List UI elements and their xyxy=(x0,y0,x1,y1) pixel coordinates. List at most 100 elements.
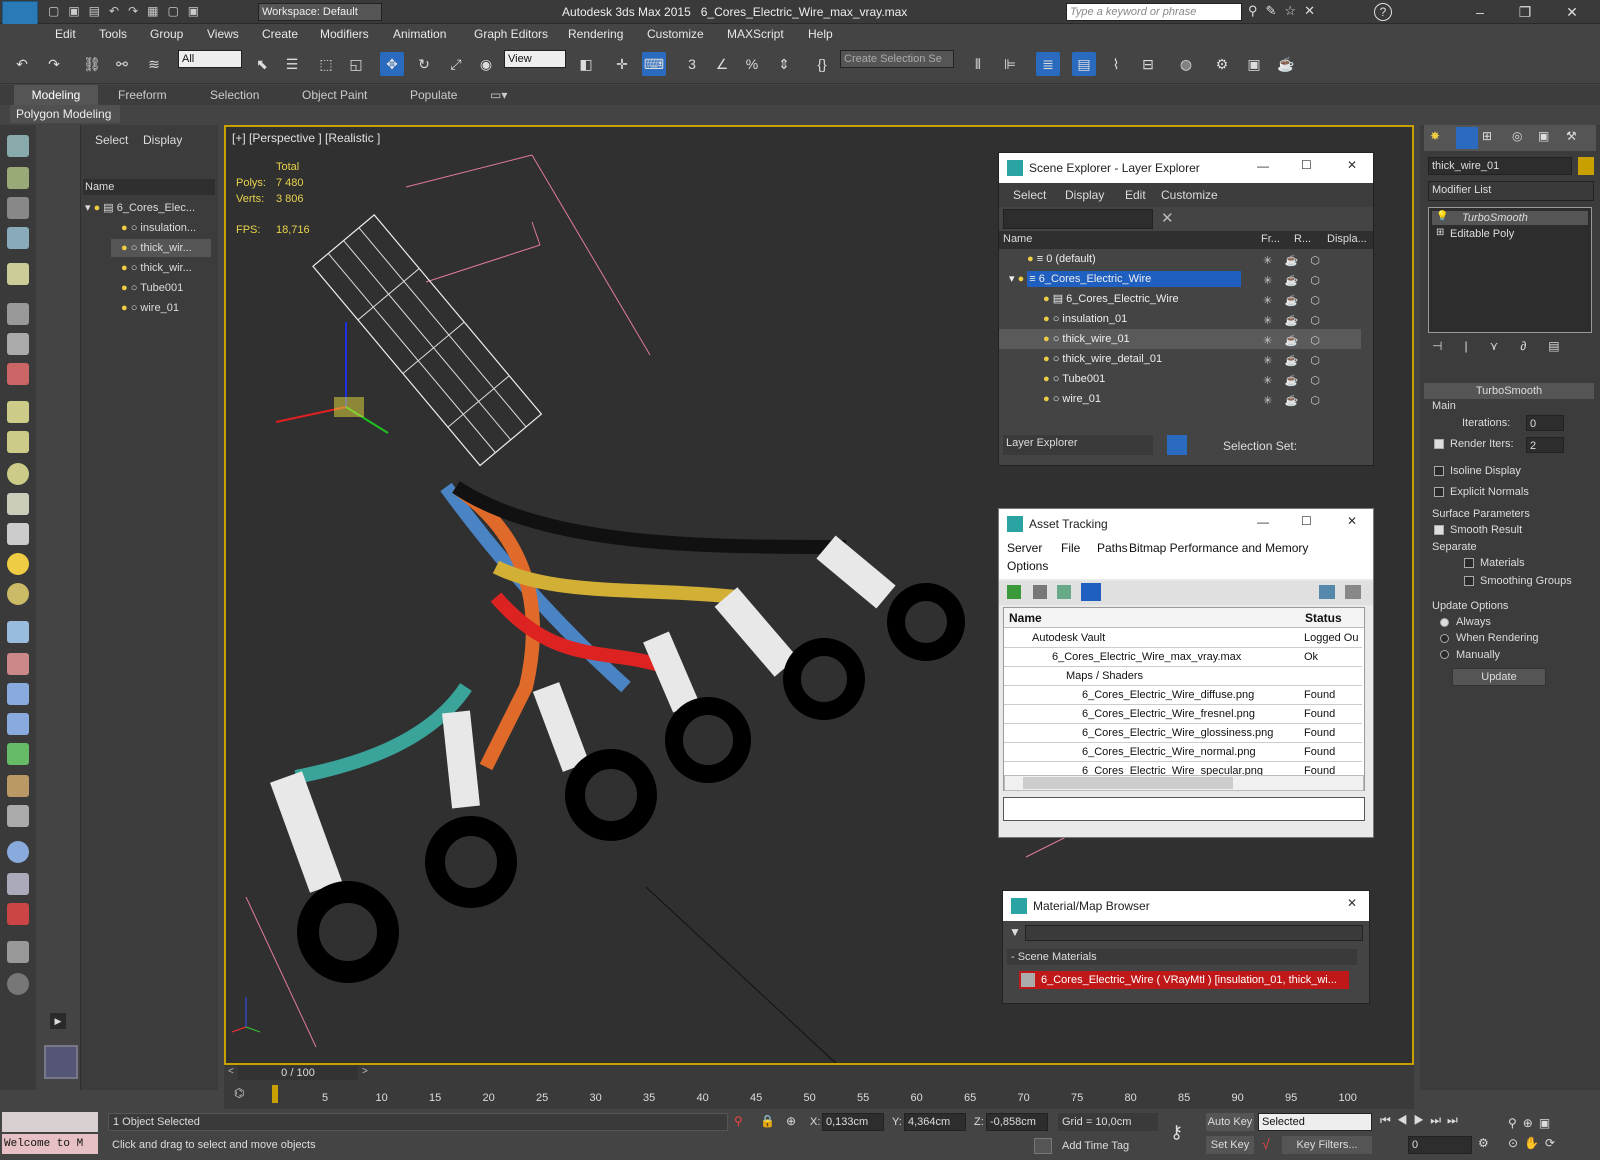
palette-icon[interactable] xyxy=(7,873,29,895)
minimize-icon[interactable]: — xyxy=(1257,515,1269,529)
close-icon[interactable]: ✕ xyxy=(1552,0,1592,24)
layer-explorer-dialog[interactable]: Scene Explorer - Layer Explorer — ☐ ✕ Se… xyxy=(998,152,1374,466)
camera-icon[interactable] xyxy=(7,303,29,325)
at-row[interactable]: 6_Cores_Electric_Wire_fresnel.png Found xyxy=(1004,705,1362,724)
bind-spacewarp-icon[interactable]: ≋ xyxy=(142,52,166,76)
explicit-normals-checkbox[interactable] xyxy=(1434,487,1444,497)
le-col-name[interactable]: Name xyxy=(1003,233,1032,245)
material-editor-icon[interactable]: ◍ xyxy=(1174,52,1198,76)
at-row[interactable]: 6_Cores_Electric_Wire_diffuse.png Found xyxy=(1004,686,1362,705)
question-icon[interactable] xyxy=(7,973,29,995)
key-mode-dropdown[interactable]: Selected xyxy=(1258,1113,1372,1131)
layer-explorer-icon[interactable]: ≣ xyxy=(1036,52,1060,76)
render-production-icon[interactable]: ☕ xyxy=(1274,52,1298,76)
at-help-icon[interactable] xyxy=(1319,585,1335,599)
object-name-field[interactable]: thick_wire_01 xyxy=(1428,157,1572,175)
scene-explorer-icon[interactable]: ▤ xyxy=(1072,52,1096,76)
modifier-list-dropdown[interactable]: Modifier List xyxy=(1428,181,1594,201)
hierarchy-tab-icon[interactable]: ⊞ xyxy=(1482,129,1492,143)
selection-filter-dropdown[interactable]: All xyxy=(178,50,242,68)
schematic-view-icon[interactable]: ⊟ xyxy=(1136,52,1160,76)
scene-row[interactable]: ▾ ● ▤ 6_Cores_Elec... xyxy=(85,199,195,217)
select-rotate-icon[interactable]: ↻ xyxy=(412,52,436,76)
time-slider-thumb[interactable]: 0 / 100 xyxy=(238,1066,358,1080)
modify-tab-icon[interactable] xyxy=(1456,127,1478,149)
keyword-search-input[interactable]: Type a keyword or phrase xyxy=(1066,3,1242,21)
material-map-browser-dialog[interactable]: Material/Map Browser ✕ ▼ - Scene Materia… xyxy=(1002,890,1370,1004)
le-footer-selset[interactable]: Selection Set: xyxy=(1223,439,1297,453)
angle-snap-icon[interactable]: ∠ xyxy=(710,52,734,76)
render-setup-icon[interactable]: ⚙ xyxy=(1210,52,1234,76)
time-next-icon[interactable]: > xyxy=(362,1066,368,1077)
maximize-icon[interactable]: ❐ xyxy=(1505,0,1545,24)
select-object-icon[interactable]: ⬉ xyxy=(250,52,274,76)
viewport-nav-controls[interactable]: ⚲⊕▣ ⊙✋⟳ xyxy=(1508,1113,1598,1155)
menu-create[interactable]: Create xyxy=(262,27,298,41)
scene-row[interactable]: ● ○ Tube001 xyxy=(121,279,183,297)
asset-tracking-dialog[interactable]: Asset Tracking — ☐ ✕ Server File Paths B… xyxy=(998,508,1374,838)
plant-icon[interactable] xyxy=(7,743,29,765)
at-col-status[interactable]: Status xyxy=(1305,611,1342,625)
create-tab-icon[interactable]: ✸ xyxy=(1430,129,1440,143)
scene-row[interactable]: ● ○ thick_wir... xyxy=(121,259,192,277)
at-row[interactable]: 6_Cores_Electric_Wire_normal.png Found xyxy=(1004,743,1362,762)
select-by-name-icon[interactable]: ☰ xyxy=(280,52,304,76)
pivot-center-icon[interactable]: ◧ xyxy=(574,52,598,76)
menu-edit[interactable]: Edit xyxy=(55,27,76,41)
tab-freeform[interactable]: Freeform xyxy=(118,88,167,102)
le-col-display[interactable]: Displa... xyxy=(1327,233,1367,245)
le-footer-dropdown[interactable]: Layer Explorer xyxy=(1003,435,1153,455)
redo-icon[interactable]: ↷ xyxy=(42,52,66,76)
le-menu-edit[interactable]: Edit xyxy=(1125,188,1146,202)
menu-group[interactable]: Group xyxy=(150,27,183,41)
rect-selection-icon[interactable]: ⬚ xyxy=(314,52,338,76)
le-col-render[interactable]: R... xyxy=(1294,233,1311,245)
sound-icon[interactable] xyxy=(7,333,29,355)
window-crossing-icon[interactable]: ◱ xyxy=(344,52,368,76)
key-icon[interactable]: ⚷ xyxy=(1170,1122,1183,1143)
at-row[interactable]: Maps / Shaders xyxy=(1004,667,1362,686)
at-menu-options[interactable]: Options xyxy=(1007,559,1048,573)
scene-row[interactable]: ● ○ wire_01 xyxy=(121,299,179,317)
stack-item-turbosmooth[interactable]: TurboSmooth xyxy=(1432,211,1588,225)
isoline-checkbox[interactable] xyxy=(1434,466,1444,476)
scene-row[interactable]: ● ○ insulation... xyxy=(121,219,196,237)
scene-menu-select[interactable]: Select xyxy=(95,133,128,147)
keyboard-shortcut-icon[interactable]: ⌨ xyxy=(642,52,666,76)
menu-customize[interactable]: Customize xyxy=(647,27,704,41)
auto-key-button[interactable]: Auto Key xyxy=(1206,1113,1254,1131)
ribbon-polygon-modeling[interactable]: Polygon Modeling xyxy=(10,105,120,123)
manually-radio[interactable] xyxy=(1440,650,1449,659)
viewport-thumb[interactable] xyxy=(44,1045,78,1079)
table-icon[interactable] xyxy=(7,227,29,249)
minimize-icon[interactable]: — xyxy=(1257,159,1269,173)
tab-selection[interactable]: Selection xyxy=(210,88,259,102)
at-row[interactable]: 6_Cores_Electric_Wire_glossiness.png Foun… xyxy=(1004,724,1362,743)
lock-selection-icon[interactable]: 🔒 xyxy=(760,1114,775,1128)
at-col-name[interactable]: Name xyxy=(1009,611,1042,625)
select-scale-icon[interactable]: ⤢ xyxy=(444,52,468,76)
render-iters-checkbox[interactable] xyxy=(1434,439,1444,449)
at-menu-bitmap[interactable]: Bitmap Performance and Memory xyxy=(1129,541,1308,555)
update-button[interactable]: Update xyxy=(1452,668,1546,686)
scene-row-selected[interactable]: ● ○ thick_wir... xyxy=(111,239,211,257)
mb-search-input[interactable] xyxy=(1025,925,1363,941)
key-filters-button[interactable]: Key Filters... xyxy=(1282,1136,1372,1154)
at-path-field[interactable] xyxy=(1003,797,1365,821)
undo-icon[interactable]: ↶ xyxy=(10,52,34,76)
named-selection-set-dropdown[interactable]: Create Selection Se xyxy=(840,50,954,68)
unlink-icon[interactable]: ⚯ xyxy=(110,52,134,76)
set-key-icon[interactable]: √ xyxy=(1262,1136,1270,1152)
sphere-icon[interactable] xyxy=(7,463,29,485)
layer-explorer-title[interactable]: Scene Explorer - Layer Explorer xyxy=(999,153,1373,183)
track-keyframe-marker[interactable] xyxy=(272,1085,278,1103)
film-icon[interactable] xyxy=(7,363,29,385)
when-rendering-radio[interactable] xyxy=(1440,634,1449,643)
playback-controls[interactable]: ⏮◀▶⏭⏭ xyxy=(1380,1113,1500,1131)
tab-modeling[interactable]: Modeling xyxy=(14,85,98,105)
link-icon[interactable]: ⛓ xyxy=(80,52,104,76)
turbosmooth-rollout-header[interactable]: TurboSmooth xyxy=(1424,383,1594,399)
tab-populate[interactable]: Populate xyxy=(410,88,457,102)
clear-search-icon[interactable]: ✕ xyxy=(1161,209,1174,227)
le-footer-layers-icon[interactable] xyxy=(1167,435,1187,455)
